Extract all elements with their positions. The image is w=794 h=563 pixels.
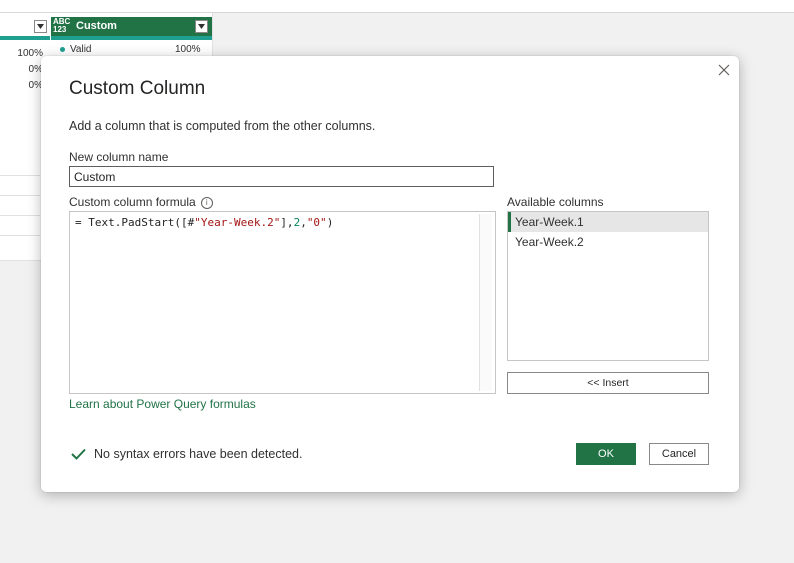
list-item[interactable]: Year-Week.2 — [508, 232, 708, 252]
dialog-title: Custom Column — [69, 78, 206, 99]
valid-label: Valid — [70, 44, 92, 55]
error-pct: 0% — [28, 64, 43, 75]
column-header-previous[interactable] — [0, 17, 50, 36]
valid-pct: 100% — [17, 48, 43, 59]
grid-row-line — [0, 175, 40, 176]
custom-valid-row: Valid 100% — [60, 44, 201, 55]
formula-label: Custom column formula i — [69, 195, 213, 209]
formula-editor[interactable]: = Text.PadStart([#"Year-Week.2"],2,"0") — [69, 211, 496, 394]
quality-bar-previous — [0, 36, 50, 40]
available-columns-label: Available columns — [507, 195, 604, 209]
insert-button[interactable]: << Insert — [507, 372, 709, 394]
quality-bar-custom — [51, 36, 212, 40]
column-header-custom[interactable]: ABC 123 Custom — [51, 17, 212, 36]
window-top-area — [0, 0, 794, 13]
info-icon[interactable]: i — [200, 196, 213, 209]
ok-button[interactable]: OK — [576, 443, 636, 465]
formula-scrollbar[interactable] — [479, 214, 492, 391]
column-header-label: Custom — [76, 20, 117, 32]
list-item[interactable]: Year-Week.1 — [508, 212, 708, 232]
dialog-description: Add a column that is computed from the o… — [69, 119, 376, 133]
grid-row-line — [0, 195, 40, 196]
custom-valid-pct: 100% — [175, 44, 201, 55]
learn-formulas-link[interactable]: Learn about Power Query formulas — [69, 397, 256, 411]
syntax-status: No syntax errors have been detected. — [71, 447, 302, 461]
formula-label-text: Custom column formula — [69, 195, 196, 209]
status-text: No syntax errors have been detected. — [94, 447, 303, 461]
checkmark-icon — [71, 448, 86, 460]
chevron-down-icon[interactable] — [34, 20, 47, 33]
new-column-name-input[interactable] — [69, 166, 494, 187]
available-columns-list[interactable]: Year-Week.1 Year-Week.2 — [507, 211, 709, 361]
formula-text[interactable]: = Text.PadStart([#"Year-Week.2"],2,"0") — [75, 216, 333, 229]
custom-column-dialog: Custom Column Add a column that is compu… — [41, 56, 739, 492]
new-column-name-label: New column name — [69, 150, 169, 164]
cancel-button[interactable]: Cancel — [649, 443, 709, 465]
chevron-down-icon[interactable] — [195, 20, 208, 33]
close-icon[interactable] — [716, 62, 732, 78]
grid-row-line — [0, 235, 40, 236]
type-any-icon[interactable]: ABC 123 — [53, 18, 70, 34]
valid-dot-icon — [60, 46, 65, 52]
empty-pct: 0% — [28, 80, 43, 91]
grid-row-line — [0, 215, 40, 216]
